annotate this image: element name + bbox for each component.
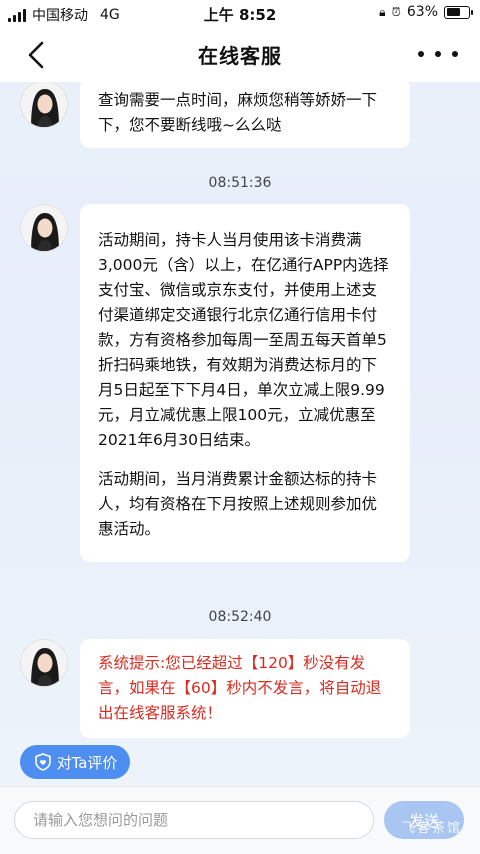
more-dots-icon bbox=[418, 51, 424, 57]
battery-fill bbox=[446, 8, 460, 16]
rate-button[interactable]: 对Ta评价 bbox=[20, 745, 130, 779]
agent-message: 活动期间，持卡人当月使用该卡消费满3,000元（含）以上，在亿通行APP内选择支… bbox=[80, 204, 410, 562]
agent-message: 查询需要一点时间，麻烦您稍等娇娇一下下，您不要断线哦~么么哒 bbox=[80, 82, 410, 148]
timestamp: 08:52:40 bbox=[208, 609, 272, 625]
battery-percent: 63% bbox=[406, 4, 438, 20]
chevron-left-icon bbox=[28, 41, 44, 69]
message-text: 活动期间，持卡人当月使用该卡消费满3,000元（含）以上，在亿通行APP内选择支… bbox=[98, 231, 389, 449]
battery-icon bbox=[444, 5, 473, 19]
status-bar: 中国移动 4G 上午 8:52 🔒︎ ⏰︎ 63% bbox=[0, 0, 480, 26]
orientation-lock-icon: 🔒︎ bbox=[379, 4, 386, 19]
message-text: 活动期间，当月消费累计金额达标的持卡人，均有资格在下月按照上述规则参加优惠活动。 bbox=[98, 470, 378, 538]
agent-avatar bbox=[20, 639, 68, 687]
nav-bar: 在线客服 bbox=[0, 26, 480, 82]
page-title: 在线客服 bbox=[198, 43, 282, 68]
rate-button-label: 对Ta评价 bbox=[56, 753, 118, 772]
chat-area[interactable]: 查询需要一点时间，麻烦您稍等娇娇一下下，您不要断线哦~么么哒 08:51:36 … bbox=[0, 82, 480, 782]
message-input[interactable] bbox=[14, 801, 374, 839]
system-message: 系统提示:您已经超过【120】秒没有发言，如果在【60】秒内不发言，将自动退出在… bbox=[80, 639, 410, 738]
timestamp: 08:51:36 bbox=[208, 175, 272, 191]
message-text: 查询需要一点时间，麻烦您稍等娇娇一下下，您不要断线哦~么么哒 bbox=[98, 91, 378, 134]
heart-shield-icon bbox=[34, 753, 51, 771]
agent-avatar bbox=[20, 204, 68, 252]
more-button[interactable] bbox=[418, 40, 458, 68]
back-button[interactable] bbox=[22, 40, 52, 70]
message-text: 系统提示:您已经超过【120】秒没有发言，如果在【60】秒内不发言，将自动退出在… bbox=[98, 654, 382, 722]
status-right: 🔒︎ ⏰︎ 63% bbox=[379, 4, 473, 20]
alarm-icon: ⏰︎ bbox=[391, 4, 401, 19]
input-bar: 发送 飞客茶馆 bbox=[0, 786, 480, 854]
watermark: 飞客茶馆 bbox=[401, 821, 462, 836]
agent-avatar bbox=[20, 82, 68, 128]
